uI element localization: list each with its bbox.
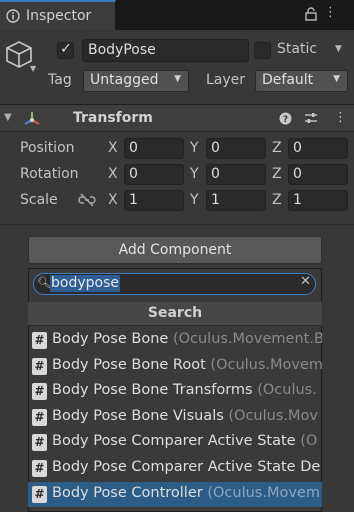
- component-namespace: (Oculus.Mov: [228, 407, 318, 424]
- script-icon: #: [32, 434, 47, 452]
- position-label: Position: [20, 140, 75, 156]
- component-name: Body Pose Comparer Active State De: [52, 459, 321, 475]
- search-query-text[interactable]: bodypose: [50, 275, 120, 292]
- scale-y-field[interactable]: 1: [206, 190, 266, 211]
- axis-y-label[interactable]: Y: [190, 166, 199, 182]
- name-field[interactable]: BodyPose: [82, 39, 249, 62]
- component-result-label: Body Pose Bone Transforms (Oculus.: [52, 382, 317, 398]
- axis-x-label[interactable]: X: [108, 166, 118, 182]
- axis-z-label[interactable]: Z: [272, 140, 282, 156]
- rotation-y-field[interactable]: 0: [206, 164, 266, 185]
- component-result-item[interactable]: # Body Pose Controller (Oculus.Movem: [28, 481, 322, 508]
- component-menu-icon[interactable]: ⋮: [334, 110, 347, 125]
- scale-z-field[interactable]: 1: [288, 190, 348, 211]
- position-z-field[interactable]: 0: [288, 138, 348, 159]
- chevron-down-icon: ▼: [174, 74, 181, 84]
- component-namespace: (Oculus.: [257, 382, 317, 399]
- script-icon: #: [32, 357, 47, 375]
- component-namespace: (Oculus.Movem: [207, 484, 320, 501]
- component-namespace: (Oculus.Movem: [210, 356, 322, 373]
- axis-x-label[interactable]: X: [108, 192, 118, 208]
- scale-x-field[interactable]: 1: [124, 190, 184, 211]
- lock-icon[interactable]: [305, 7, 317, 21]
- chevron-down-icon: ▼: [333, 74, 340, 84]
- foldout-arrow-icon[interactable]: ▼: [4, 112, 12, 123]
- scale-label: Scale: [20, 192, 58, 208]
- rotation-x-field[interactable]: 0: [124, 164, 184, 185]
- component-result-item[interactable]: # Body Pose Comparer Active State (O: [28, 430, 322, 456]
- active-toggle-checkbox[interactable]: [57, 41, 74, 59]
- component-result-item[interactable]: # Body Pose Bone Root (Oculus.Movem: [28, 354, 322, 380]
- component-name: Body Pose Comparer Active State: [52, 433, 301, 450]
- chevron-down-icon[interactable]: ▼: [30, 64, 36, 73]
- script-icon: #: [32, 485, 47, 503]
- component-namespace: (Oculus.Movement.B: [172, 331, 322, 347]
- component-result-item[interactable]: # Body Pose Bone (Oculus.Movement.B: [28, 328, 322, 354]
- presets-sliders-icon[interactable]: [304, 111, 318, 125]
- position-y-field[interactable]: 0: [206, 138, 266, 159]
- component-result-label: Body Pose Bone Root (Oculus.Movem: [52, 357, 322, 373]
- static-checkbox[interactable]: [254, 42, 271, 59]
- add-component-button[interactable]: Add Component: [28, 236, 322, 264]
- tab-inspector[interactable]: Inspector: [0, 0, 116, 30]
- component-result-item[interactable]: # Body Pose Comparer Active State De: [28, 456, 322, 482]
- component-name: Body Pose Controller: [52, 484, 208, 501]
- chevron-down-icon[interactable]: ▼: [335, 44, 342, 54]
- component-result-item[interactable]: # Body Pose Bone Transforms (Oculus.: [28, 379, 322, 405]
- help-icon[interactable]: ?: [279, 112, 292, 125]
- info-icon: [6, 9, 20, 23]
- more-menu-icon[interactable]: ⋮: [324, 5, 337, 20]
- tag-value: Untagged: [90, 72, 159, 88]
- component-namespace: (O: [300, 433, 318, 450]
- transform-header[interactable]: ▼ Transform ? ⋮: [0, 104, 354, 132]
- tab-label: Inspector: [26, 8, 92, 24]
- script-icon: #: [32, 332, 47, 349]
- component-result-label: Body Pose Controller (Oculus.Movem: [52, 485, 320, 501]
- search-icon: 🔍︎: [37, 276, 51, 289]
- script-icon: #: [32, 408, 47, 426]
- component-result-item[interactable]: # Body Pose Bone Visuals (Oculus.Mov: [28, 405, 322, 431]
- svg-text:?: ?: [283, 115, 288, 125]
- component-result-label: Body Pose Bone (Oculus.Movement.B: [52, 331, 322, 347]
- layer-dropdown[interactable]: Default ▼: [255, 70, 348, 92]
- script-icon: #: [32, 383, 47, 401]
- axis-x-label[interactable]: X: [108, 140, 118, 156]
- axis-y-label[interactable]: Y: [190, 192, 199, 208]
- axis-y-label[interactable]: Y: [190, 140, 199, 156]
- constrain-proportions-icon[interactable]: [78, 193, 96, 207]
- component-name: Body Pose Bone Visuals: [52, 407, 229, 424]
- axis-z-label[interactable]: Z: [272, 166, 282, 182]
- axis-z-label[interactable]: Z: [272, 192, 282, 208]
- component-result-label: Body Pose Comparer Active State De: [52, 459, 320, 475]
- position-x-field[interactable]: 0: [124, 138, 184, 159]
- component-name: Body Pose Bone: [52, 331, 173, 347]
- layer-value: Default: [262, 72, 314, 88]
- rotation-label: Rotation: [20, 166, 79, 182]
- clear-search-icon[interactable]: ✕: [300, 274, 311, 289]
- component-name: Body Pose Bone Root: [52, 356, 211, 373]
- layer-label: Layer: [206, 72, 246, 88]
- search-results-header: Search: [28, 302, 322, 326]
- component-name: Body Pose Bone Transforms: [52, 382, 258, 399]
- tag-label: Tag: [48, 72, 72, 88]
- static-label: Static: [277, 41, 318, 57]
- component-result-label: Body Pose Comparer Active State (O: [52, 433, 317, 449]
- component-result-label: Body Pose Bone Visuals (Oculus.Mov: [52, 408, 318, 424]
- tag-dropdown[interactable]: Untagged ▼: [83, 70, 189, 92]
- rotation-z-field[interactable]: 0: [288, 164, 348, 185]
- script-icon: #: [32, 460, 47, 477]
- component-title: Transform: [73, 110, 153, 126]
- transform-axes-icon: [24, 112, 40, 125]
